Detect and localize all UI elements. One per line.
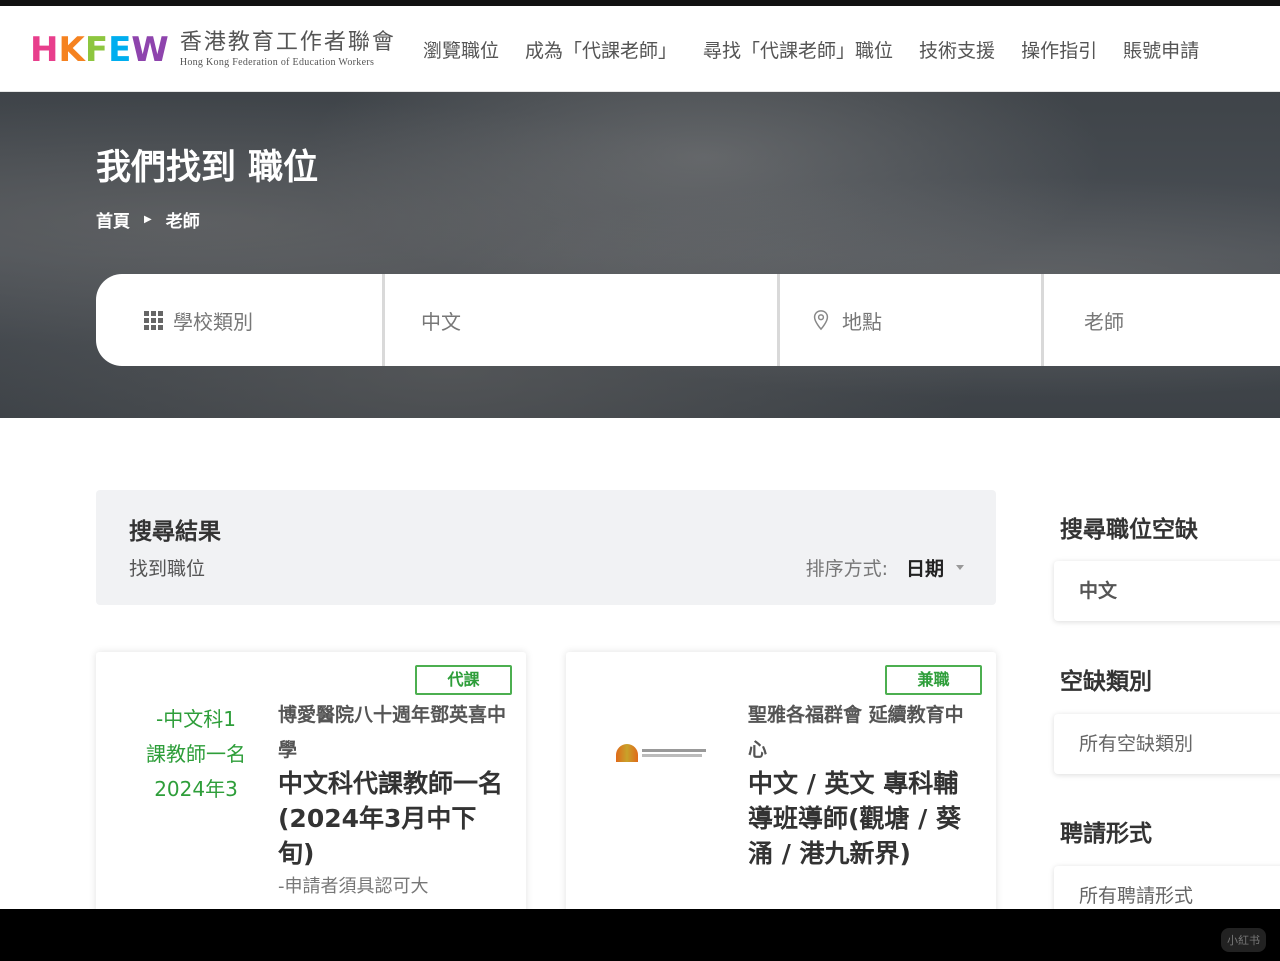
logo-mark: HKFEW [30,30,169,70]
chevron-right-icon: ▶ [144,214,152,225]
logo-chinese-name: 香港教育工作者聯會 [179,30,396,55]
job-thumbnail-text: -中文科1 課教師一名 2024年3 [126,702,266,807]
site-header: HKFEW 香港教育工作者聯會 Hong Kong Federation of … [0,6,1280,92]
job-type-badge: 兼職 [885,665,982,695]
location-pin-icon [813,310,829,331]
logo-letter: H [30,30,58,70]
nav-browse-jobs[interactable]: 瀏覽職位 [423,38,499,64]
page: HKFEW 香港教育工作者聯會 Hong Kong Federation of … [0,6,1280,909]
nav-guide[interactable]: 操作指引 [1021,38,1097,64]
logo-letter: F [84,30,108,70]
sidebar-employment-title: 聘請形式 [1060,821,1152,847]
employment-type-select[interactable]: 所有聘請形式 [1054,866,1280,909]
organization-name: 聖雅各福群會 延續教育中心 [748,704,964,761]
job-requirement: -申請者須具認可大 [278,876,429,897]
job-card[interactable]: 兼職 聖雅各福群會 延續教育中心 中文 / 英文 專科輔導班導師(觀塘 / 葵涌… [566,652,996,909]
nav-tech-support[interactable]: 技術支援 [919,38,995,64]
main-nav: 瀏覽職位 成為「代課老師」 尋找「代課老師」職位 技術支援 操作指引 賬號申請 [423,38,1199,64]
vacancy-category-select[interactable]: 所有空缺類別 [1054,714,1280,774]
school-category-select[interactable]: 學校類別 [96,274,385,366]
breadcrumb: 首頁 ▶ 老師 [96,207,200,232]
page-title: 我們找到 職位 [96,148,319,188]
job-type-value: 老師 [1084,309,1124,334]
breadcrumb-home[interactable]: 首頁 [96,207,130,232]
breadcrumb-current: 老師 [165,212,200,232]
job-type-badge: 代課 [415,665,512,695]
sort-label: 排序方式: [805,558,888,580]
sort-value: 日期 [905,558,944,580]
school-category-label: 學校類別 [173,309,253,334]
logo-letter: K [58,30,84,70]
chevron-down-icon [956,565,964,570]
location-select[interactable]: 地點 [780,274,1044,366]
organization-logo [616,744,706,762]
keyword-input[interactable]: 中文 [385,274,780,366]
thumb-line: -中文科1 [156,707,236,731]
logo-english-name: Hong Kong Federation of Education Worker… [179,57,375,68]
job-title-link[interactable]: 中文 / 英文 專科輔導班導師(觀塘 / 葵涌 / 港九新界) [748,766,978,871]
logo-letter: W [131,30,169,70]
sidebar-vacancy-title: 空缺類別 [1060,669,1152,695]
logo-text: 香港教育工作者聯會 Hong Kong Federation of Educat… [180,30,396,70]
org-logo-mark [616,744,638,762]
sidebar-keyword-input[interactable]: 中文 [1054,561,1280,621]
job-title-link[interactable]: 中文科代課教師一名(2024年3月中下旬) [278,766,508,871]
location-label: 地點 [842,309,882,334]
bottom-frame-bar [0,909,1280,961]
nav-account-apply[interactable]: 賬號申請 [1123,38,1199,64]
sidebar-search-title: 搜尋職位空缺 [1060,517,1198,543]
thumb-line: 2024年3 [154,777,238,801]
nav-find-substitute-jobs[interactable]: 尋找「代課老師」職位 [703,38,893,64]
keyword-value: 中文 [421,309,461,334]
school-name: 博愛醫院八十週年鄧英喜中學 [278,704,507,761]
org-logo-text [642,749,706,757]
grid-icon [144,310,163,330]
site-logo[interactable]: HKFEW 香港教育工作者聯會 Hong Kong Federation of … [30,30,396,70]
job-card[interactable]: 代課 -中文科1 課教師一名 2024年3 博愛醫院八十週年鄧英喜中學 中文科代… [96,652,526,909]
results-count-text: 找到職位 [129,558,206,580]
job-search-bar: 學校類別 中文 地點 老師 [96,274,1280,366]
nav-become-substitute[interactable]: 成為「代課老師」 [525,38,677,64]
job-type-input[interactable]: 老師 [1044,274,1280,366]
results-header: 搜尋結果 找到職位 排序方式: 日期 [96,490,996,605]
thumb-line: 課教師一名 [146,742,246,766]
hero-banner: 我們找到 職位 首頁 ▶ 老師 學校類別 中文 地點 老師 [0,92,1280,418]
logo-letter: E [108,30,131,70]
watermark: 小紅书 [1221,928,1266,952]
sort-dropdown[interactable]: 排序方式: 日期 [806,554,964,581]
results-title: 搜尋結果 [129,519,221,545]
